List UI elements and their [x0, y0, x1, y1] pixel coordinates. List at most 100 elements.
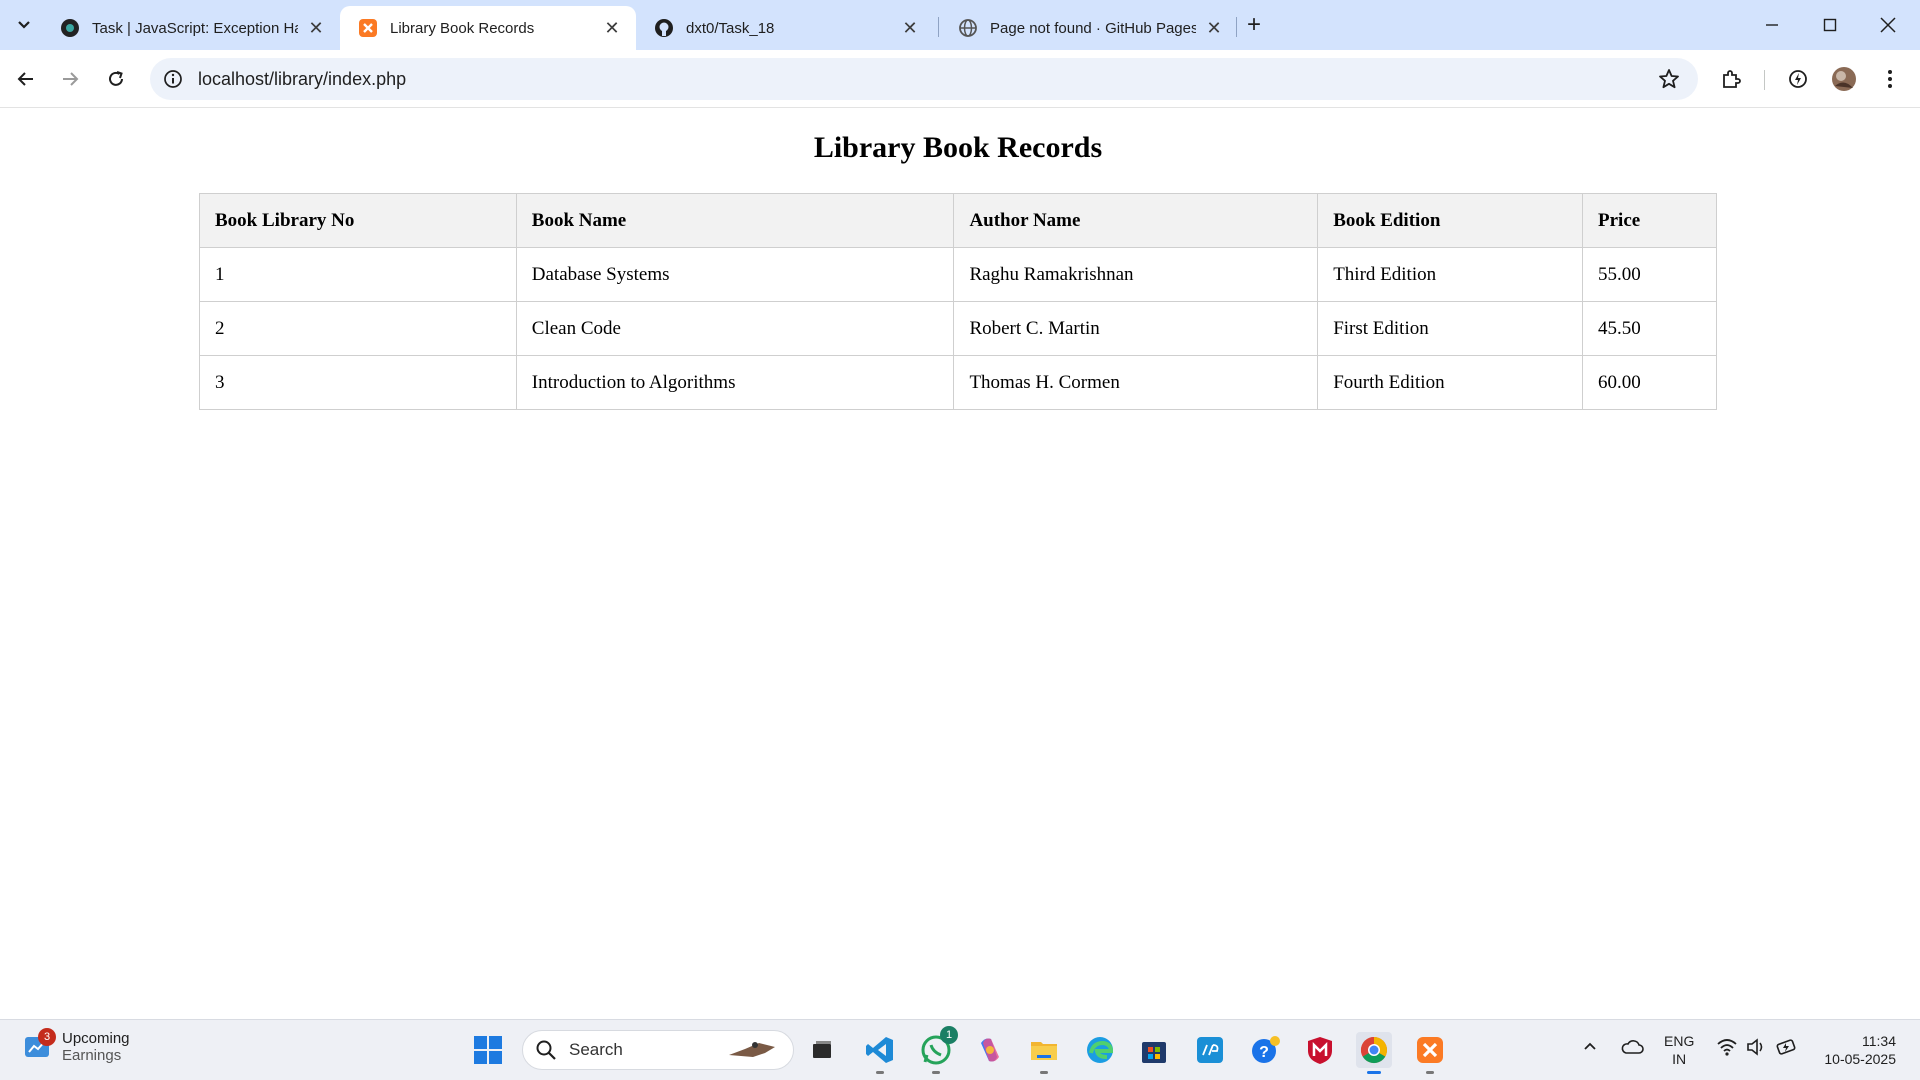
- get-help-app[interactable]: ?: [1248, 1032, 1284, 1068]
- region-code: IN: [1672, 1051, 1687, 1067]
- table-cell: Raghu Ramakrishnan: [953, 247, 1319, 302]
- start-button[interactable]: [470, 1032, 506, 1068]
- onedrive-button[interactable]: [1620, 1038, 1644, 1056]
- task-view-button[interactable]: [804, 1032, 840, 1068]
- column-header: Book Library No: [199, 193, 517, 248]
- tab-javascript-task[interactable]: Task | JavaScript: Exception Han ✕: [42, 6, 340, 50]
- language-code: ENG: [1664, 1033, 1695, 1049]
- address-bar[interactable]: localhost/library/index.php: [150, 58, 1698, 100]
- web-page: Library Book Records Book Library No Boo…: [0, 109, 1920, 1019]
- windows-taskbar: 3 Upcoming Earnings Search 1 ? ENG IN 11…: [0, 1019, 1920, 1080]
- clock-time: 11:34: [1862, 1033, 1896, 1049]
- tab-title: dxt0/Task_18: [686, 19, 775, 37]
- tab-github-repo[interactable]: dxt0/Task_18 ✕: [636, 6, 934, 50]
- table-row: 1 Database Systems Raghu Ramakrishnan Th…: [199, 247, 1717, 302]
- minimize-button[interactable]: [1744, 0, 1800, 50]
- store-icon: [1142, 1042, 1166, 1063]
- mcafee-app[interactable]: [1302, 1032, 1338, 1068]
- more-vertical-icon: [1888, 70, 1892, 88]
- window-close-button[interactable]: [1860, 0, 1916, 50]
- chrome-app[interactable]: [1356, 1032, 1392, 1074]
- column-header: Book Name: [515, 193, 955, 248]
- file-explorer-app[interactable]: [1026, 1032, 1062, 1074]
- table-cell: Third Edition: [1317, 247, 1584, 302]
- site-info-icon[interactable]: [162, 68, 184, 90]
- profile-avatar[interactable]: [1826, 61, 1862, 97]
- close-icon[interactable]: ✕: [1204, 18, 1224, 38]
- table-cell: 2: [199, 301, 517, 356]
- tab-divider: [938, 17, 939, 37]
- whatsapp-app[interactable]: 1: [918, 1026, 958, 1074]
- clock[interactable]: 11:34 10-05-2025: [1816, 1032, 1896, 1068]
- column-header: Price: [1582, 193, 1717, 248]
- dark-circle-icon: [60, 18, 80, 38]
- widget-title: Upcoming: [62, 1030, 130, 1047]
- close-icon[interactable]: ✕: [306, 18, 326, 38]
- copilot-app[interactable]: [972, 1032, 1008, 1068]
- close-icon[interactable]: ✕: [602, 18, 622, 38]
- arrow-right-icon: [63, 72, 79, 86]
- edge-icon: [1087, 1037, 1114, 1063]
- xampp-icon: [1417, 1037, 1443, 1063]
- url-text[interactable]: localhost/library/index.php: [198, 69, 406, 90]
- table-row: 2 Clean Code Robert C. Martin First Edit…: [199, 301, 1717, 356]
- running-indicator: [1367, 1071, 1381, 1074]
- table-cell: 1: [199, 247, 517, 302]
- table-cell: Clean Code: [515, 301, 955, 356]
- clock-date: 10-05-2025: [1824, 1051, 1896, 1067]
- toolbar-divider: [1764, 70, 1765, 90]
- tab-divider: [1236, 17, 1237, 37]
- taskbar-search[interactable]: Search: [522, 1030, 794, 1070]
- extensions-button[interactable]: [1713, 61, 1749, 97]
- copilot-icon: [981, 1038, 999, 1062]
- network-button[interactable]: [1716, 1038, 1738, 1056]
- speaker-icon: [1747, 1038, 1763, 1056]
- table-cell: 45.50: [1582, 301, 1717, 356]
- table-cell: First Edition: [1317, 301, 1584, 356]
- maximize-button[interactable]: [1802, 0, 1858, 50]
- xampp-app[interactable]: [1412, 1032, 1448, 1074]
- column-header: Book Edition: [1317, 193, 1584, 248]
- input-language-indicator[interactable]: ENG IN: [1664, 1032, 1694, 1068]
- forward-button[interactable]: [52, 61, 88, 97]
- close-icon: [1880, 17, 1896, 33]
- tab-library-book-records[interactable]: Library Book Records ✕: [340, 6, 636, 50]
- search-label: Search: [569, 1040, 623, 1059]
- microsoft-store-app[interactable]: [1136, 1032, 1172, 1068]
- new-tab-button[interactable]: +: [1240, 11, 1268, 39]
- minimize-icon: [1766, 24, 1778, 26]
- svg-text:?: ?: [1259, 1044, 1269, 1061]
- tab-page-not-found[interactable]: Page not found · GitHub Pages ✕: [940, 6, 1238, 50]
- search-highlight-icon: [729, 1042, 775, 1057]
- edge-app[interactable]: [1082, 1032, 1118, 1068]
- tab-search-button[interactable]: [8, 9, 40, 41]
- bookmark-star-icon[interactable]: [1658, 68, 1680, 95]
- help-icon: ?: [1252, 1036, 1280, 1063]
- running-indicator: [876, 1071, 884, 1074]
- table-cell: 3: [199, 355, 517, 410]
- widgets-button[interactable]: 3 Upcoming Earnings: [24, 1028, 130, 1064]
- table-cell: 55.00: [1582, 247, 1717, 302]
- myhp-app[interactable]: [1192, 1032, 1228, 1068]
- volume-button[interactable]: [1746, 1038, 1766, 1056]
- table-cell: Introduction to Algorithms: [515, 355, 955, 410]
- performance-button[interactable]: [1780, 61, 1816, 97]
- folder-icon: [1031, 1042, 1057, 1060]
- notification-badge: 3: [38, 1028, 56, 1046]
- vscode-app[interactable]: [862, 1032, 898, 1074]
- github-icon: [654, 18, 674, 38]
- running-indicator: [1040, 1071, 1048, 1074]
- browser-toolbar: localhost/library/index.php: [0, 50, 1920, 108]
- browser-menu-button[interactable]: [1872, 61, 1908, 97]
- battery-button[interactable]: [1776, 1038, 1798, 1056]
- show-hidden-icons-button[interactable]: [1582, 1038, 1598, 1054]
- back-button[interactable]: [8, 61, 44, 97]
- column-header: Author Name: [953, 193, 1319, 248]
- reload-button[interactable]: [98, 61, 134, 97]
- battery-charging-icon: [1776, 1039, 1796, 1055]
- close-icon[interactable]: ✕: [900, 18, 920, 38]
- notification-badge: 1: [940, 1026, 958, 1044]
- table-cell: Robert C. Martin: [953, 301, 1319, 356]
- page-title: Library Book Records: [813, 131, 1103, 164]
- avatar-icon: [1832, 67, 1856, 91]
